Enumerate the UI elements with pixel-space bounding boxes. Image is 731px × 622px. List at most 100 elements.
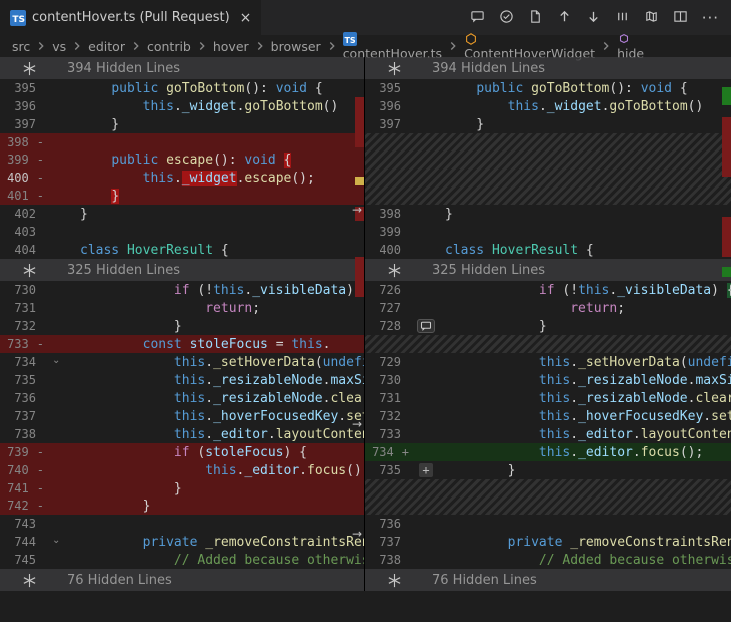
code-line[interactable]: 398} [365, 205, 731, 223]
arrow-down-icon[interactable] [586, 9, 601, 27]
code-line[interactable]: 733 this._editor.layoutConten [365, 425, 731, 443]
code-line[interactable]: 727 return; [365, 299, 731, 317]
line-number: 743 [0, 517, 50, 531]
collapse-caret-icon[interactable]: ⌄ [52, 535, 60, 546]
code-line[interactable]: 396 this._widget.goToBottom() [0, 97, 364, 115]
code-line[interactable]: 732 } [0, 317, 364, 335]
code-line[interactable]: 401- } [0, 187, 364, 205]
code-line[interactable]: 730 this._resizableNode.maxSi [365, 371, 731, 389]
folded-region[interactable]: 394 Hidden Lines [365, 57, 731, 79]
file-icon[interactable] [528, 9, 543, 27]
code-content: } [80, 499, 364, 514]
code-line[interactable]: 402} [0, 205, 364, 223]
code-line[interactable] [365, 133, 731, 151]
revert-arrow-icon[interactable]: → [352, 203, 362, 217]
revert-arrow-icon[interactable]: → [352, 417, 362, 431]
code-line[interactable]: 726 if (!this._visibleData) { [365, 281, 731, 299]
code-line[interactable]: 734+ this._editor.focus(); [365, 443, 731, 461]
snowflake-icon[interactable] [387, 61, 402, 76]
line-number: 733 [365, 427, 415, 441]
line-number: 736 [365, 517, 415, 531]
code-line[interactable]: 399 [365, 223, 731, 241]
code-line[interactable]: 397 } [0, 115, 364, 133]
code-line[interactable]: 731 return; [0, 299, 364, 317]
editor-tab[interactable]: TS contentHover.ts (Pull Request) × [0, 0, 261, 35]
whitespace-icon[interactable] [615, 9, 630, 27]
line-number: 738 [365, 553, 415, 567]
code-line[interactable]: 743 [0, 515, 364, 533]
folded-region[interactable]: 325 Hidden Lines [365, 259, 731, 281]
code-line[interactable]: 398- [0, 133, 364, 151]
chevron-right-icon [195, 39, 209, 53]
crumb-item[interactable]: editor [88, 39, 125, 54]
code-line[interactable]: 745 // Added because otherwis [0, 551, 364, 569]
crumb-item[interactable]: src [12, 39, 30, 54]
revert-arrow-icon[interactable]: → [352, 527, 362, 541]
crumb-item[interactable]: vs [52, 39, 66, 54]
code-line[interactable]: 742- } [0, 497, 364, 515]
code-content: this._widget.goToBottom() [445, 99, 731, 114]
check-icon[interactable] [499, 9, 514, 27]
line-number: 728 [365, 319, 415, 333]
line-number: 733- [0, 337, 50, 351]
snowflake-icon[interactable] [22, 573, 37, 588]
code-content: this._hoverFocusedKey.set [80, 409, 364, 424]
split-icon[interactable] [673, 9, 688, 27]
code-line[interactable] [365, 169, 731, 187]
crumb-item[interactable]: contrib [147, 39, 191, 54]
snowflake-icon[interactable] [387, 573, 402, 588]
code-line[interactable] [365, 335, 731, 353]
code-content: return; [445, 301, 731, 316]
code-line[interactable]: 741- } [0, 479, 364, 497]
code-line[interactable]: 737 this._hoverFocusedKey.set [0, 407, 364, 425]
code-line[interactable]: 403 [0, 223, 364, 241]
map-icon[interactable] [644, 9, 659, 27]
code-line[interactable]: 738 // Added because otherwis [365, 551, 731, 569]
code-line[interactable] [365, 479, 731, 497]
snowflake-icon[interactable] [22, 263, 37, 278]
more-icon[interactable]: ··· [702, 9, 719, 27]
code-line[interactable]: 738 this._editor.layoutConten [0, 425, 364, 443]
code-line[interactable]: 395 public goToBottom(): void { [365, 79, 731, 97]
comment-icon[interactable] [470, 9, 485, 27]
folded-region[interactable]: 325 Hidden Lines [0, 259, 364, 281]
code-line[interactable]: 397 } [365, 115, 731, 133]
snowflake-icon[interactable] [22, 61, 37, 76]
code-line[interactable]: 730 if (!this._visibleData) { [0, 281, 364, 299]
code-line[interactable]: 735+ } [365, 461, 731, 479]
symbol-method-icon [617, 32, 631, 46]
code-line[interactable]: 737 private _removeConstraintsRen [365, 533, 731, 551]
code-line[interactable]: 399- public escape(): void { [0, 151, 364, 169]
code-line[interactable]: 400class HoverResult { [365, 241, 731, 259]
crumb-item[interactable]: hover [213, 39, 249, 54]
snowflake-icon[interactable] [387, 263, 402, 278]
folded-region[interactable]: 76 Hidden Lines [0, 569, 364, 591]
code-line[interactable] [365, 151, 731, 169]
code-line[interactable]: 396 this._widget.goToBottom() [365, 97, 731, 115]
code-line[interactable]: 395 public goToBottom(): void { [0, 79, 364, 97]
code-line[interactable] [365, 187, 731, 205]
code-line[interactable]: 732 this._hoverFocusedKey.set [365, 407, 731, 425]
crumb-item[interactable]: browser [271, 39, 321, 54]
arrow-up-icon[interactable] [557, 9, 572, 27]
diff-left-pane[interactable]: 394 Hidden Lines395 public goToBottom():… [0, 57, 365, 591]
folded-region[interactable]: 76 Hidden Lines [365, 569, 731, 591]
diff-right-pane[interactable]: 394 Hidden Lines395 public goToBottom():… [365, 57, 731, 591]
code-line[interactable]: 736 this._resizableNode.clear [0, 389, 364, 407]
close-icon[interactable]: × [240, 10, 252, 26]
code-line[interactable]: 736 [365, 515, 731, 533]
code-line[interactable]: 733- const stoleFocus = this. [0, 335, 364, 353]
code-line[interactable]: 400- this._widget.escape(); [0, 169, 364, 187]
collapse-caret-icon[interactable]: ⌄ [52, 355, 60, 366]
folded-region[interactable]: 394 Hidden Lines [0, 57, 364, 79]
line-number: 731 [0, 301, 50, 315]
code-line[interactable]: 404class HoverResult { [0, 241, 364, 259]
code-line[interactable]: 731 this._resizableNode.clear [365, 389, 731, 407]
code-line[interactable]: 729 this._setHoverData(undefi [365, 353, 731, 371]
breadcrumbs[interactable]: srcvseditorcontribhoverbrowserTS content… [0, 35, 731, 57]
code-line[interactable]: 740- this._editor.focus(); [0, 461, 364, 479]
code-line[interactable] [365, 497, 731, 515]
code-line[interactable]: 739- if (stoleFocus) { [0, 443, 364, 461]
code-line[interactable]: 728 } [365, 317, 731, 335]
code-line[interactable]: 735 this._resizableNode.maxSi [0, 371, 364, 389]
